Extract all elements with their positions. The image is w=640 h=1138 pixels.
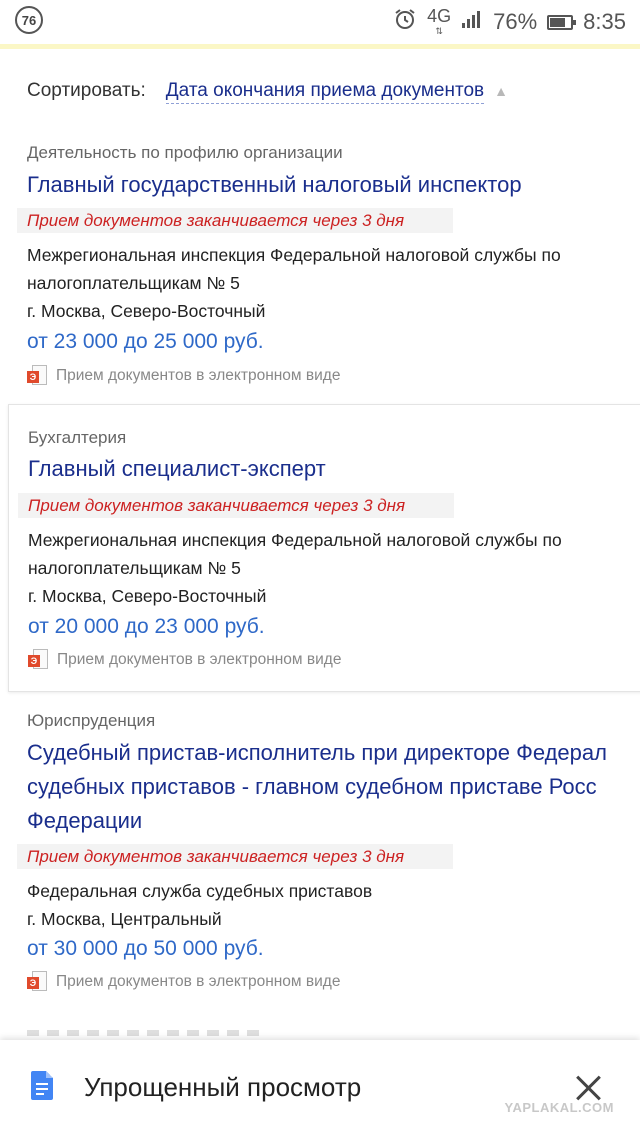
simplified-view-title[interactable]: Упрощенный просмотр (84, 1072, 361, 1103)
job-title[interactable]: Главный специалист-эксперт (28, 452, 326, 486)
job-organization: налогоплательщикам № 5 (28, 558, 241, 578)
job-card[interactable]: Деятельность по профилю организации Глав… (0, 130, 640, 400)
job-salary: от 30 000 до 50 000 руб. (27, 937, 264, 960)
sort-dropdown[interactable]: Дата окончания приема документов (165, 80, 485, 104)
job-category: Юриспруденция (27, 711, 156, 730)
status-bar: 76 4G ⇅ 76% 8:35 (0, 0, 640, 44)
battery-icon (547, 14, 577, 30)
job-card[interactable]: Юриспруденция Судебный пристав-исполните… (0, 700, 640, 1010)
notice-strip (0, 44, 640, 49)
deadline-badge: Прием документов заканчивается через 3 д… (17, 208, 453, 233)
electronic-submission-label: Прием документов в электронном виде (56, 973, 341, 990)
job-organization: Межрегиональная инспекция Федеральной на… (27, 245, 561, 265)
sort-label: Сортировать: (27, 80, 146, 101)
deadline-badge: Прием документов заканчивается через 3 д… (17, 844, 453, 869)
network-type: 4G ⇅ (427, 5, 452, 36)
notification-badge: 76 (15, 6, 43, 34)
job-organization: Межрегиональная инспекция Федеральной на… (28, 530, 562, 550)
job-category: Бухгалтерия (28, 428, 127, 447)
document-icon (31, 1071, 53, 1100)
document-icon: Э (27, 971, 47, 993)
document-icon: Э (27, 365, 47, 387)
signal-icon (461, 9, 483, 35)
job-title[interactable]: Главный государственный налоговый инспек… (27, 168, 522, 202)
document-icon: Э (28, 649, 48, 671)
job-salary: от 23 000 до 25 000 руб. (27, 330, 264, 353)
electronic-submission: Э Прием документов в электронном виде (27, 365, 340, 387)
job-title[interactable]: Федерации (27, 804, 142, 838)
simplified-view-bar[interactable]: Упрощенный просмотр (0, 1040, 640, 1138)
job-title[interactable]: судебных приставов - главном судебном пр… (27, 770, 597, 804)
watermark: YAPLAKAL.COM (504, 1100, 614, 1115)
clock: 8:35 (583, 9, 626, 34)
job-category: Деятельность по профилю организации (27, 143, 343, 162)
job-organization: налогоплательщикам № 5 (27, 273, 240, 293)
battery-percent: 76% (493, 9, 538, 34)
deadline-badge: Прием документов заканчивается через 3 д… (18, 493, 454, 518)
electronic-submission: Э Прием документов в электронном виде (27, 971, 340, 993)
job-location: г. Москва, Северо-Восточный (28, 586, 267, 606)
status-icons: 4G ⇅ 76% 8:35 (393, 0, 626, 44)
electronic-submission-label: Прием документов в электронном виде (56, 367, 341, 384)
job-salary: от 20 000 до 23 000 руб. (28, 615, 265, 638)
electronic-submission: Э Прием документов в электронном виде (28, 649, 341, 671)
sort-direction-icon[interactable]: ▲ (494, 83, 508, 99)
electronic-submission-label: Прием документов в электронном виде (57, 651, 342, 668)
job-card[interactable]: Бухгалтерия Главный специалист-эксперт П… (8, 404, 640, 692)
alarm-icon (393, 7, 417, 37)
job-location: г. Москва, Северо-Восточный (27, 301, 266, 321)
job-location: г. Москва, Центральный (27, 909, 222, 929)
job-title[interactable]: Судебный пристав-исполнитель при директо… (27, 736, 607, 770)
job-organization: Федеральная служба судебных приставов (27, 881, 373, 901)
next-item-peek (27, 1030, 267, 1036)
sort-row: Сортировать: Дата окончания приема докум… (27, 80, 508, 104)
